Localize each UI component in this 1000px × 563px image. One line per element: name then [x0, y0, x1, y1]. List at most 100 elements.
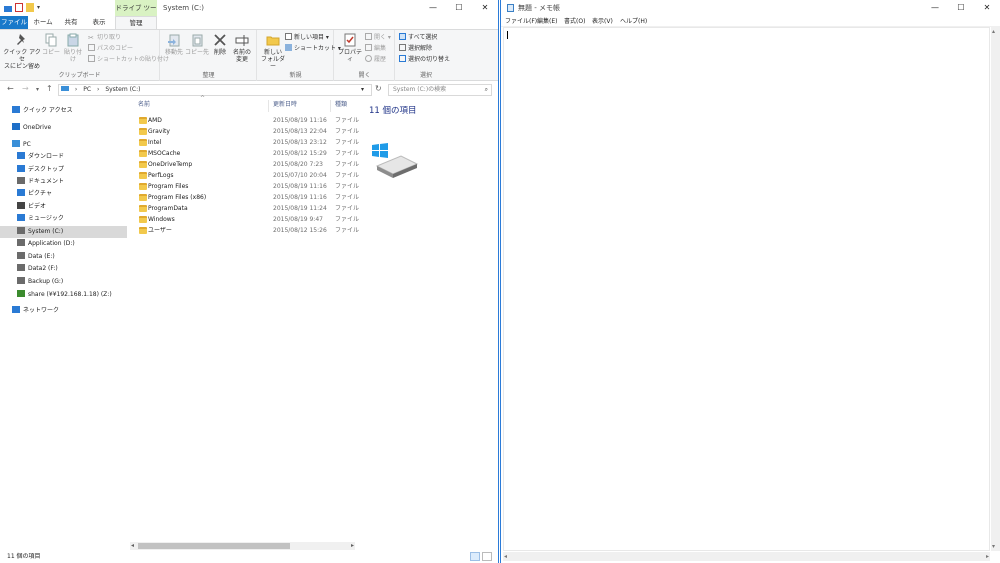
minimize-button[interactable]: —	[922, 0, 948, 16]
nav-item[interactable]: System (C:)	[0, 226, 127, 238]
properties-button[interactable]: プロパティ	[337, 33, 363, 63]
column-header-date[interactable]: 更新日時	[273, 98, 297, 112]
table-row[interactable]: MSOCache 2015/08/12 15:29 ファイル	[130, 148, 359, 159]
history-button[interactable]: 履歴	[365, 55, 386, 64]
tab-file[interactable]: ファイル	[0, 16, 28, 29]
tab-home[interactable]: ホーム	[30, 16, 56, 29]
select-none-button[interactable]: 選択解除	[399, 44, 432, 53]
large-icons-view-icon[interactable]	[482, 552, 492, 561]
table-row[interactable]: AMD 2015/08/19 11:16 ファイル	[130, 115, 359, 126]
menu-help[interactable]: ヘルプ(H)	[620, 16, 647, 27]
nav-item[interactable]: デスクトップ	[0, 164, 127, 176]
nav-item[interactable]: share (¥¥192.168.1.18) (Z:)	[0, 289, 127, 301]
scroll-right-arrow-icon[interactable]: ▸	[986, 552, 989, 561]
properties-check-icon[interactable]	[15, 3, 23, 12]
table-row[interactable]: Intel 2015/08/13 23:12 ファイル	[130, 137, 359, 148]
tab-manage[interactable]: 管理	[115, 16, 157, 29]
maximize-button[interactable]: ☐	[948, 0, 974, 16]
table-row[interactable]: PerfLogs 2015/07/10 20:04 ファイル	[130, 170, 359, 181]
menu-format[interactable]: 書式(O)	[564, 16, 585, 27]
scroll-up-arrow-icon[interactable]: ▴	[992, 28, 995, 35]
nav-item[interactable]: OneDrive	[0, 122, 127, 134]
horizontal-scrollbar[interactable]: ◂ ▸	[503, 552, 990, 561]
table-row[interactable]: Program Files 2015/08/19 11:16 ファイル	[130, 181, 359, 192]
copy-path-button[interactable]: パスのコピー	[88, 44, 133, 53]
up-arrow-icon[interactable]: ↑	[46, 84, 53, 93]
horizontal-scrollbar[interactable]: ◂ ▸	[130, 542, 355, 550]
rename-button[interactable]: 名前の 変更	[231, 33, 253, 63]
customize-dropdown-icon[interactable]: ▾	[37, 3, 43, 12]
nav-item[interactable]: Data2 (F:)	[0, 263, 127, 275]
nav-item[interactable]: ドキュメント	[0, 176, 127, 188]
paste-shortcut-button[interactable]: ショートカットの貼り付け	[88, 55, 169, 64]
folder-icon	[139, 161, 147, 168]
cut-button[interactable]: ✂ 切り取り	[88, 33, 121, 42]
maximize-button[interactable]: ☐	[446, 0, 472, 16]
text-editor-area[interactable]	[503, 27, 990, 551]
notepad-icon[interactable]	[507, 4, 514, 12]
table-row[interactable]: Program Files (x86) 2015/08/19 11:16 ファイル	[130, 192, 359, 203]
paste-button[interactable]: 貼り付け	[62, 33, 84, 63]
delete-button[interactable]: 削除	[211, 33, 229, 56]
table-row[interactable]: Windows 2015/08/19 9:47 ファイル	[130, 214, 359, 225]
scrollbar-thumb[interactable]	[138, 543, 290, 549]
nav-item[interactable]: PC	[0, 139, 127, 151]
nav-item[interactable]: ネットワーク	[0, 305, 127, 317]
details-view-icon[interactable]	[470, 552, 480, 561]
tab-view[interactable]: 表示	[86, 16, 112, 29]
table-row[interactable]: Gravity 2015/08/13 22:04 ファイル	[130, 126, 359, 137]
scroll-right-arrow-icon[interactable]: ▸	[351, 542, 354, 550]
nav-item[interactable]: Backup (G:)	[0, 276, 127, 288]
new-folder-button[interactable]: 新しい フォルダー	[260, 33, 286, 70]
vertical-scrollbar[interactable]: ▴ ▾	[991, 27, 1000, 551]
nav-item[interactable]: Data (E:)	[0, 251, 127, 263]
menu-file[interactable]: ファイル(F)	[505, 16, 537, 27]
menu-view[interactable]: 表示(V)	[592, 16, 613, 27]
drive-icon[interactable]	[4, 5, 12, 12]
select-all-button[interactable]: すべて選択	[399, 33, 437, 42]
table-row[interactable]: ユーザー 2015/08/12 15:26 ファイル	[130, 225, 359, 236]
column-header-type[interactable]: 種類	[335, 98, 347, 112]
file-name: Program Files (x86)	[148, 194, 207, 201]
copy-button[interactable]: コピー	[42, 33, 60, 56]
nav-item[interactable]: ピクチャ	[0, 188, 127, 200]
nav-item[interactable]: ミュージック	[0, 213, 127, 225]
open-button[interactable]: 開く ▾	[365, 33, 391, 42]
table-row[interactable]: OneDriveTemp 2015/08/20 7:23 ファイル	[130, 159, 359, 170]
scroll-left-arrow-icon[interactable]: ◂	[131, 542, 134, 550]
column-header-name[interactable]: 名前	[138, 98, 150, 112]
nav-item[interactable]: ダウンロード	[0, 151, 127, 163]
breadcrumb-pc[interactable]: PC	[83, 86, 91, 93]
minimize-button[interactable]: —	[420, 0, 446, 16]
nav-item[interactable]: ビデオ	[0, 201, 127, 213]
close-button[interactable]: ✕	[974, 0, 1000, 16]
edit-button[interactable]: 編集	[365, 44, 386, 53]
breadcrumb-system-c[interactable]: System (C:)	[105, 86, 140, 93]
back-arrow-icon[interactable]: ←	[7, 84, 14, 93]
scroll-down-arrow-icon[interactable]: ▾	[992, 543, 995, 550]
refresh-icon[interactable]: ↻	[375, 84, 382, 93]
search-input[interactable]: System (C:)の検索 ⌕	[388, 84, 492, 96]
nav-item[interactable]: Application (D:)	[0, 238, 127, 250]
move-to-button[interactable]: 移動先	[163, 33, 185, 56]
forward-arrow-icon[interactable]: →	[22, 84, 29, 93]
table-row[interactable]: ProgramData 2015/08/19 11:24 ファイル	[130, 203, 359, 214]
organize-group: 移動先 コピー先 削除 名前の 変更 整理	[161, 30, 257, 81]
search-icon[interactable]: ⌕	[485, 85, 488, 95]
easy-access-button[interactable]: ショートカット ▾	[285, 44, 341, 53]
address-dropdown-chevron-icon[interactable]: ▾	[361, 85, 364, 95]
new-folder-icon[interactable]	[26, 3, 34, 12]
address-bar[interactable]: › PC › System (C:) ▾	[58, 84, 372, 96]
tab-share[interactable]: 共有	[58, 16, 84, 29]
recent-locations-chevron-icon[interactable]: ▾	[36, 86, 39, 93]
close-button[interactable]: ✕	[472, 0, 498, 16]
nav-item[interactable]: クイック アクセス	[0, 105, 127, 117]
scroll-left-arrow-icon[interactable]: ◂	[504, 552, 507, 561]
column-separator[interactable]	[330, 100, 331, 112]
column-separator[interactable]	[268, 100, 269, 112]
invert-selection-button[interactable]: 選択の切り替え	[399, 55, 450, 64]
new-item-button[interactable]: 新しい項目 ▾	[285, 33, 329, 42]
copy-to-button[interactable]: コピー先	[185, 33, 209, 56]
pin-to-quick-access-button[interactable]: クイック アクセ スにピン留め	[3, 33, 41, 70]
menu-edit[interactable]: 編集(E)	[537, 16, 557, 27]
